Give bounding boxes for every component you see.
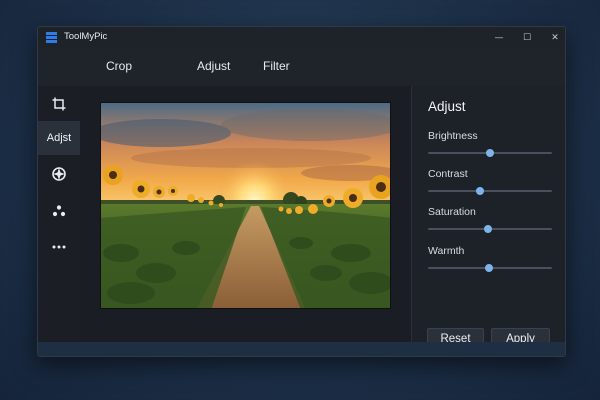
sidebar-item-more[interactable]	[38, 230, 80, 264]
tab-crop[interactable]: Crop	[106, 59, 132, 73]
slider-track	[428, 190, 552, 192]
tab-filter[interactable]: Filter	[263, 59, 290, 73]
maximize-button[interactable]: ☐	[519, 30, 535, 46]
warmth-label: Warmth	[428, 245, 465, 257]
top-toolbar: Crop Adjust Filter	[38, 49, 565, 86]
sidebar-item-filters[interactable]	[38, 157, 80, 191]
saturation-label: Saturation	[428, 206, 476, 218]
tab-adjust[interactable]: Adjust	[197, 59, 230, 73]
minimize-button[interactable]: —	[491, 30, 507, 46]
slider-thumb[interactable]	[476, 187, 485, 195]
adjust-panel: Adjust Brightness Contrast Saturation Wa…	[411, 86, 565, 350]
aperture-icon	[52, 167, 66, 181]
status-bar	[38, 342, 565, 356]
sidebar-item-adjust[interactable]: Adjst	[38, 121, 80, 155]
panel-title: Adjust	[428, 99, 466, 114]
slider-thumb[interactable]	[484, 264, 493, 272]
slider-thumb[interactable]	[483, 225, 492, 233]
slider-thumb[interactable]	[486, 149, 494, 157]
app-window: ToolMyPic — ☐ ✕ Crop Adjust Filter Adjst	[37, 26, 566, 357]
contrast-slider[interactable]	[428, 186, 552, 196]
title-bar: ToolMyPic — ☐ ✕	[38, 27, 565, 49]
photo-preview[interactable]	[100, 102, 391, 309]
app-title: ToolMyPic	[64, 31, 108, 42]
brightness-label: Brightness	[428, 130, 478, 142]
sidebar-item-effects[interactable]	[38, 194, 80, 228]
app-logo-icon	[46, 32, 57, 43]
crop-icon	[52, 97, 66, 111]
warmth-slider[interactable]	[428, 263, 552, 273]
dots-cluster-icon	[52, 205, 66, 217]
sunflower-field-image	[101, 103, 390, 308]
brightness-slider[interactable]	[428, 148, 552, 158]
tool-sidebar: Adjst	[38, 86, 80, 356]
contrast-label: Contrast	[428, 168, 468, 180]
saturation-slider[interactable]	[428, 224, 552, 234]
close-button[interactable]: ✕	[547, 30, 563, 46]
more-icon	[52, 245, 66, 249]
sidebar-item-crop[interactable]	[38, 87, 80, 121]
sidebar-item-label: Adjst	[46, 132, 72, 144]
image-canvas	[80, 86, 411, 342]
